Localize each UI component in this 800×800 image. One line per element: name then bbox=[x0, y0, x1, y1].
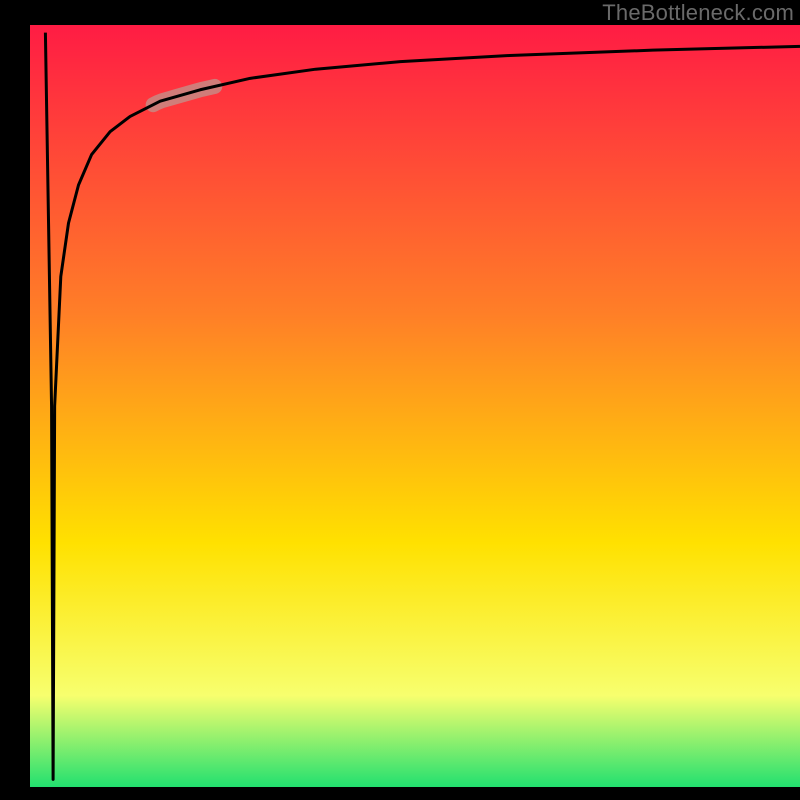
attribution-label: TheBottleneck.com bbox=[602, 0, 794, 26]
plot-background bbox=[30, 25, 800, 787]
bottleneck-chart bbox=[0, 0, 800, 800]
